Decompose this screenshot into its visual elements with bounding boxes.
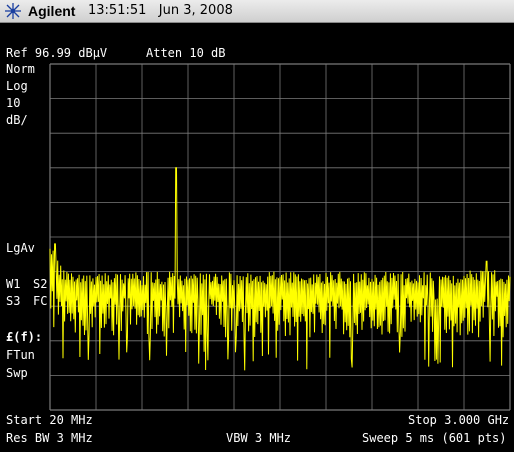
atten-label: Atten 10 dB bbox=[146, 46, 226, 60]
spectrum-plot bbox=[49, 63, 511, 411]
scale-type-label: Log bbox=[6, 79, 28, 93]
detector-mode-label: Norm bbox=[6, 62, 35, 76]
stop-freq-label: Stop 3.000 GHz bbox=[408, 413, 510, 427]
averaging-label: LgAv bbox=[6, 241, 35, 255]
swp-label: Swp bbox=[6, 366, 28, 380]
scale-value-label: 10 bbox=[6, 96, 21, 110]
corr-label: £(f): bbox=[6, 330, 43, 344]
scale-unit-label: dB/ bbox=[6, 113, 28, 127]
sweep-label: Sweep 5 ms (601 pts) bbox=[362, 431, 507, 445]
ref-level-label: Ref 96.99 dBμV bbox=[6, 46, 108, 60]
start-freq-label: Start 20 MHz bbox=[6, 413, 93, 427]
trace-fc-label: FC bbox=[33, 294, 48, 308]
trace-s3-label: S3 bbox=[6, 294, 21, 308]
trace-w1-label: W1 bbox=[6, 277, 21, 291]
trace-s2-label: S2 bbox=[33, 277, 48, 291]
ftun-label: FTun bbox=[6, 348, 35, 362]
vbw-label: VBW 3 MHz bbox=[226, 431, 292, 445]
res-bw-label: Res BW 3 MHz bbox=[6, 431, 93, 445]
